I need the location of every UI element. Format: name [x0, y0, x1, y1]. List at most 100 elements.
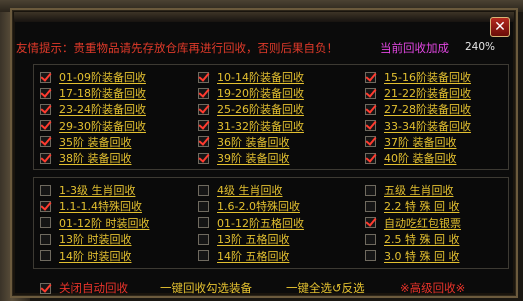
- option-checkbox[interactable]: [40, 87, 51, 99]
- option-checkbox[interactable]: [198, 250, 209, 262]
- option-label[interactable]: 4级 生肖回收: [217, 182, 283, 198]
- top-option-row[interactable]: 19-20阶装备回收: [198, 86, 304, 100]
- option-label[interactable]: 33-34阶装备回收: [384, 118, 471, 134]
- option-label[interactable]: 3.0 特 殊 回 收: [384, 248, 459, 264]
- option-label[interactable]: 01-12阶 时装回收: [59, 215, 149, 231]
- option-checkbox[interactable]: [365, 120, 376, 132]
- option-checkbox[interactable]: [198, 152, 209, 164]
- option-checkbox[interactable]: [40, 103, 51, 115]
- top-option-row[interactable]: 10-14阶装备回收: [198, 70, 304, 84]
- option-checkbox[interactable]: [365, 87, 376, 99]
- option-checkbox[interactable]: [365, 250, 376, 262]
- option-checkbox[interactable]: [365, 184, 376, 196]
- top-option-row[interactable]: 37阶 装备回收: [365, 135, 457, 149]
- option-label[interactable]: 27-28阶装备回收: [384, 101, 471, 117]
- bottom-option-row[interactable]: 4级 生肖回收: [198, 183, 283, 197]
- auto-close-checkbox[interactable]: [40, 282, 51, 294]
- option-checkbox[interactable]: [365, 200, 376, 212]
- top-option-row[interactable]: 29-30阶装备回收: [40, 119, 146, 133]
- option-label[interactable]: 01-09阶装备回收: [59, 69, 146, 85]
- option-checkbox[interactable]: [40, 152, 51, 164]
- option-label[interactable]: 2.5 特 殊 回 收: [384, 231, 459, 247]
- one-click-recycle-button[interactable]: 一键回收勾选装备: [160, 280, 252, 296]
- option-label[interactable]: 1.6-2.0特殊回收: [217, 198, 300, 214]
- option-label[interactable]: 1.1-1.4特殊回收: [59, 198, 142, 214]
- option-label[interactable]: 自动吃红包银票: [384, 215, 461, 231]
- top-option-row[interactable]: 39阶 装备回收: [198, 151, 290, 165]
- close-button[interactable]: ✕: [490, 17, 510, 37]
- bottom-option-row[interactable]: 1.6-2.0特殊回收: [198, 199, 300, 213]
- bottom-option-row[interactable]: 3.0 特 殊 回 收: [365, 249, 459, 263]
- option-checkbox[interactable]: [40, 233, 51, 245]
- bottom-option-row[interactable]: 2.5 特 殊 回 收: [365, 232, 459, 246]
- top-option-row[interactable]: 36阶 装备回收: [198, 135, 290, 149]
- option-checkbox[interactable]: [365, 152, 376, 164]
- option-label[interactable]: 36阶 装备回收: [217, 134, 290, 150]
- auto-close-toggle[interactable]: 关闭自动回收: [40, 280, 128, 296]
- advanced-recycle-button[interactable]: ※高级回收※: [400, 280, 465, 296]
- option-checkbox[interactable]: [40, 120, 51, 132]
- select-all-button[interactable]: 一键全选↺反选: [286, 280, 365, 296]
- option-checkbox[interactable]: [198, 103, 209, 115]
- option-label[interactable]: 13阶 时装回收: [59, 231, 132, 247]
- option-checkbox[interactable]: [365, 217, 376, 229]
- option-checkbox[interactable]: [40, 217, 51, 229]
- option-checkbox[interactable]: [365, 233, 376, 245]
- option-checkbox[interactable]: [198, 217, 209, 229]
- bottom-option-row[interactable]: 五级 生肖回收: [365, 183, 454, 197]
- option-label[interactable]: 10-14阶装备回收: [217, 69, 304, 85]
- option-checkbox[interactable]: [40, 200, 51, 212]
- option-label[interactable]: 1-3级 生肖回收: [59, 182, 135, 198]
- option-checkbox[interactable]: [198, 233, 209, 245]
- option-checkbox[interactable]: [365, 71, 376, 83]
- top-option-row[interactable]: 23-24阶装备回收: [40, 102, 146, 116]
- option-label[interactable]: 14阶 时装回收: [59, 248, 132, 264]
- top-option-row[interactable]: 25-26阶装备回收: [198, 102, 304, 116]
- option-checkbox[interactable]: [198, 71, 209, 83]
- option-label[interactable]: 39阶 装备回收: [217, 150, 290, 166]
- bottom-option-row[interactable]: 1-3级 生肖回收: [40, 183, 135, 197]
- bottom-option-row[interactable]: 13阶 五格回收: [198, 232, 290, 246]
- option-label[interactable]: 14阶 五格回收: [217, 248, 290, 264]
- top-option-row[interactable]: 31-32阶装备回收: [198, 119, 304, 133]
- option-label[interactable]: 13阶 五格回收: [217, 231, 290, 247]
- top-option-row[interactable]: 21-22阶装备回收: [365, 86, 471, 100]
- option-label[interactable]: 01-12阶五格回收: [217, 215, 304, 231]
- option-label[interactable]: 25-26阶装备回收: [217, 101, 304, 117]
- top-option-row[interactable]: 01-09阶装备回收: [40, 70, 146, 84]
- option-label[interactable]: 31-32阶装备回收: [217, 118, 304, 134]
- option-checkbox[interactable]: [198, 120, 209, 132]
- top-option-row[interactable]: 38阶 装备回收: [40, 151, 132, 165]
- top-option-row[interactable]: 27-28阶装备回收: [365, 102, 471, 116]
- option-checkbox[interactable]: [40, 250, 51, 262]
- top-option-row[interactable]: 15-16阶装备回收: [365, 70, 471, 84]
- bottom-option-row[interactable]: 13阶 时装回收: [40, 232, 132, 246]
- top-option-row[interactable]: 35阶 装备回收: [40, 135, 132, 149]
- option-checkbox[interactable]: [365, 136, 376, 148]
- option-label[interactable]: 38阶 装备回收: [59, 150, 132, 166]
- option-checkbox[interactable]: [198, 200, 209, 212]
- option-checkbox[interactable]: [40, 136, 51, 148]
- option-label[interactable]: 35阶 装备回收: [59, 134, 132, 150]
- top-option-row[interactable]: 33-34阶装备回收: [365, 119, 471, 133]
- option-checkbox[interactable]: [40, 184, 51, 196]
- option-label[interactable]: 15-16阶装备回收: [384, 69, 471, 85]
- option-checkbox[interactable]: [198, 136, 209, 148]
- bottom-option-row[interactable]: 01-12阶 时装回收: [40, 216, 149, 230]
- option-label[interactable]: 21-22阶装备回收: [384, 85, 471, 101]
- option-label[interactable]: 2.2 特 殊 回 收: [384, 198, 459, 214]
- top-option-row[interactable]: 40阶 装备回收: [365, 151, 457, 165]
- option-label[interactable]: 五级 生肖回收: [384, 182, 454, 198]
- option-label[interactable]: 37阶 装备回收: [384, 134, 457, 150]
- bottom-option-row[interactable]: 自动吃红包银票: [365, 216, 461, 230]
- bottom-option-row[interactable]: 1.1-1.4特殊回收: [40, 199, 142, 213]
- option-label[interactable]: 19-20阶装备回收: [217, 85, 304, 101]
- bottom-option-row[interactable]: 14阶 时装回收: [40, 249, 132, 263]
- option-label[interactable]: 23-24阶装备回收: [59, 101, 146, 117]
- option-label[interactable]: 17-18阶装备回收: [59, 85, 146, 101]
- option-checkbox[interactable]: [198, 87, 209, 99]
- option-label[interactable]: 29-30阶装备回收: [59, 118, 146, 134]
- option-checkbox[interactable]: [198, 184, 209, 196]
- option-checkbox[interactable]: [365, 103, 376, 115]
- top-option-row[interactable]: 17-18阶装备回收: [40, 86, 146, 100]
